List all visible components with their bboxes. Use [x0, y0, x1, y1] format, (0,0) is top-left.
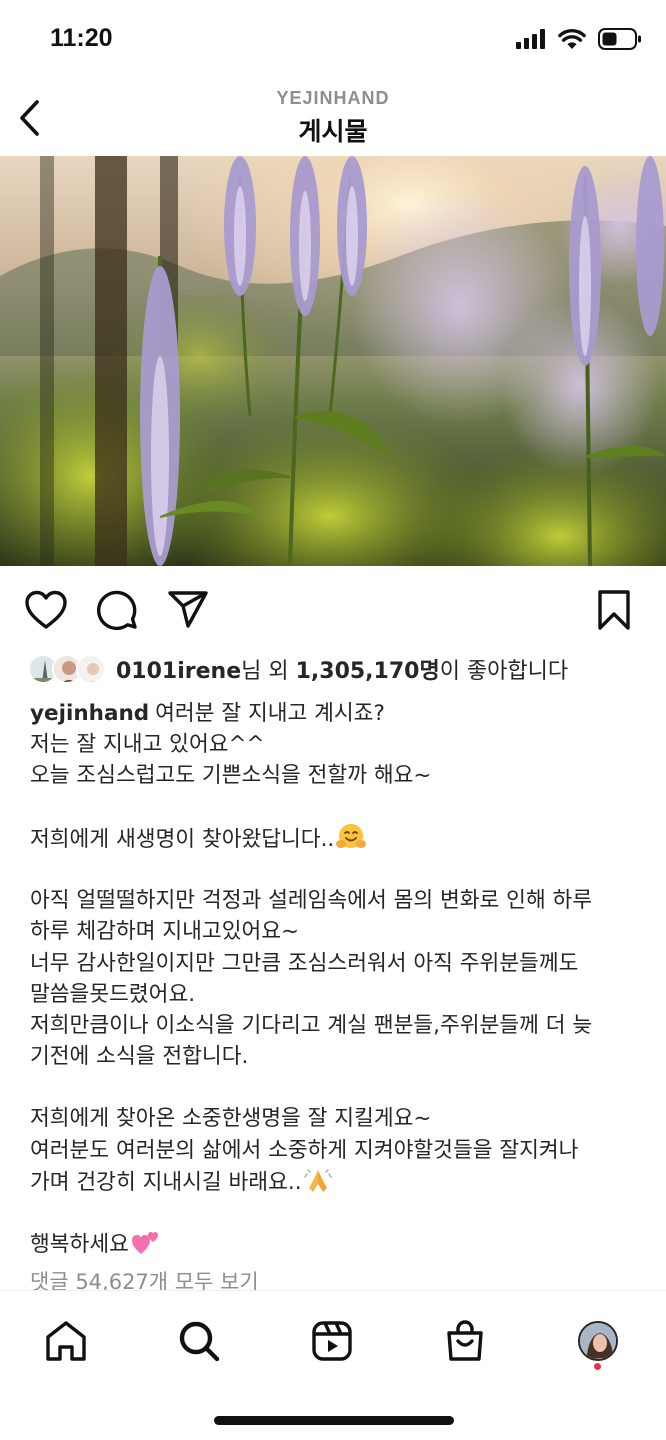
header-account-name[interactable]: YEJINHAND — [0, 88, 666, 109]
status-icons — [516, 28, 642, 50]
caption-text: 저희에게 새생명이 찾아왔답니다.. — [30, 826, 335, 852]
post-caption: yejinhand 여러분 잘 지내고 계시죠? 저는 잘 지내고 있어요^^ 오… — [30, 698, 642, 1259]
tab-home[interactable] — [38, 1313, 94, 1369]
wifi-icon — [558, 28, 586, 49]
tab-profile[interactable] — [570, 1313, 626, 1369]
caption-line: 저는 잘 지내고 있어요^^ — [30, 732, 265, 758]
bookmark-icon — [598, 590, 630, 630]
caption-line: 너무 감사한일이지만 그만큼 조심스러워서 아직 주위분들께도 — [30, 950, 579, 976]
comment-icon — [97, 590, 137, 631]
paper-plane-icon — [168, 591, 208, 628]
likes-count[interactable]: 1,305,170명 — [296, 659, 440, 684]
caption-line: 저희에게 새생명이 찾아왔답니다.. — [30, 823, 642, 854]
caption-line: 가며 건강히 지내시길 바래요.. — [30, 1166, 642, 1197]
home-icon — [46, 1321, 86, 1361]
tab-shop[interactable] — [437, 1313, 493, 1369]
status-time: 11:20 — [50, 24, 113, 52]
post-photo[interactable] — [0, 156, 666, 566]
tab-reels[interactable] — [304, 1313, 360, 1369]
caption-line: yejinhand 여러분 잘 지내고 계시죠? — [30, 698, 642, 729]
likes-summary[interactable]: 0101irene님 외 1,305,170명이 좋아합니다 — [28, 648, 568, 690]
shop-icon — [447, 1320, 483, 1361]
save-button[interactable] — [590, 586, 638, 634]
caption-text: 여러분 잘 지내고 계시죠? — [155, 701, 385, 726]
caption-text: 가며 건강히 지내시길 바래요.. — [30, 1169, 302, 1195]
two-hearts-emoji — [131, 1228, 161, 1265]
status-bar: 11:20 — [0, 0, 666, 80]
caption-line: 오늘 조심스럽고도 기쁜소식을 전할까 해요~ — [30, 763, 432, 789]
reels-icon — [312, 1321, 352, 1361]
profile-avatar — [578, 1321, 618, 1361]
post-actions — [0, 566, 666, 650]
caption-line: 여러분도 여러분의 삶에서 소중하게 지켜야할것들을 잘지켜나 — [30, 1137, 579, 1163]
home-indicator — [214, 1416, 454, 1425]
caption-line: 아직 얼떨떨하지만 걱정과 설레임속에서 몸의 변화로 인해 하루 — [30, 888, 593, 914]
liker-username[interactable]: 0101irene — [116, 659, 241, 684]
liker-avatars — [28, 652, 110, 686]
caption-username[interactable]: yejinhand — [30, 701, 149, 726]
caption-line: 저희만큼이나 이소식을 기다리고 계실 팬분들,주위분들께 더 늦 — [30, 1012, 593, 1038]
battery-icon — [598, 28, 641, 50]
comment-button[interactable] — [94, 586, 142, 634]
caption-line: 기전에 소식을 전합니다. — [30, 1044, 249, 1070]
search-icon — [179, 1321, 220, 1362]
likes-text: 0101irene님 외 1,305,170명이 좋아합니다 — [116, 653, 568, 685]
share-button[interactable] — [164, 586, 212, 634]
folded-hands-emoji — [303, 1166, 332, 1203]
caption-text: 행복하세요 — [30, 1232, 129, 1258]
caption-line: 저희에게 찾아온 소중한생명을 잘 지킬게요~ — [30, 1106, 432, 1132]
post-header: YEJINHAND 게시물 — [0, 80, 666, 156]
heart-icon — [25, 590, 67, 629]
hugging-face-emoji — [336, 823, 367, 860]
like-button[interactable] — [22, 586, 70, 634]
cellular-signal-icon — [516, 29, 545, 49]
tab-search[interactable] — [171, 1313, 227, 1369]
notification-dot — [594, 1363, 601, 1370]
likes-suffix: 이 좋아합니다 — [439, 659, 569, 684]
page-title: 게시물 — [298, 117, 368, 146]
caption-line: 하루 체감하며 지내고있어요~ — [30, 919, 300, 945]
caption-line: 말씀을못드렸어요. — [30, 981, 196, 1007]
likes-mid-text: 님 외 — [241, 659, 296, 684]
avatar — [76, 654, 106, 684]
caption-line: 행복하세요 — [30, 1228, 642, 1259]
